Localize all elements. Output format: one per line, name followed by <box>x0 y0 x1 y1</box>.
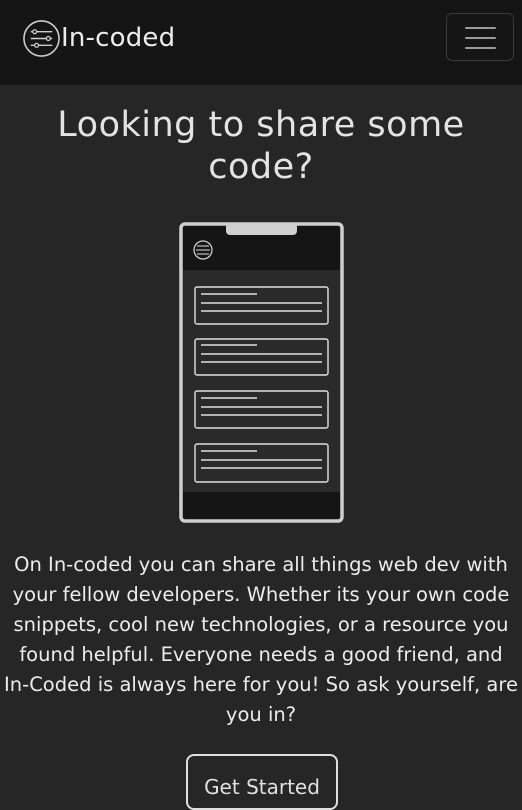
hero-description: On In-coded you can share all things web… <box>4 553 518 726</box>
circuit-logo-icon <box>23 19 60 57</box>
navbar: In-coded <box>0 0 522 85</box>
hero-title: Looking to share some code? <box>57 105 465 187</box>
get-started-button[interactable]: Get Started <box>186 754 338 810</box>
menu-toggle-button[interactable] <box>446 13 514 61</box>
brand-name: In-coded <box>61 23 176 53</box>
phone-feed-illustration <box>179 222 344 523</box>
brand-link[interactable]: In-coded <box>22 18 175 58</box>
